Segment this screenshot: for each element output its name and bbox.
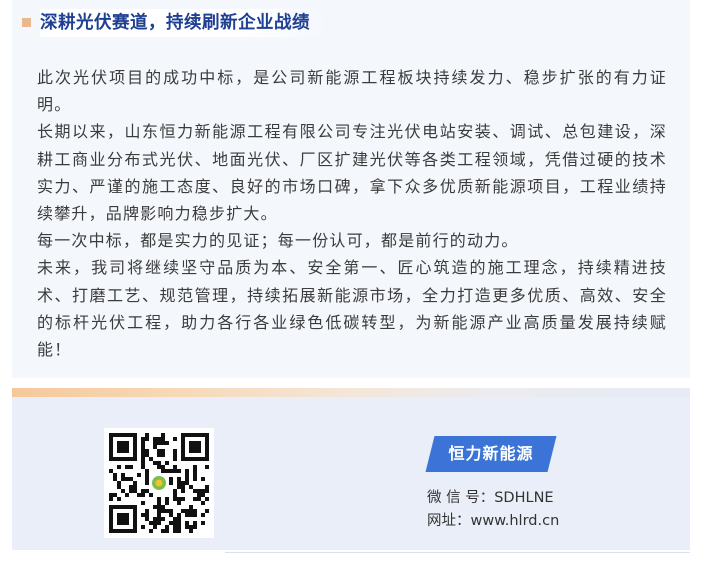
paragraph-3: 每一次中标，都是实力的见证；每一份认可，都是前行的动力。 xyxy=(37,231,519,251)
paragraph-1: 此次光伏项目的成功中标，是公司新能源工程板块持续发力、稳步扩张的有力证明。 xyxy=(37,68,667,115)
section-divider xyxy=(12,388,690,397)
section-title: 深耕光伏赛道，持续刷新企业战绩 xyxy=(40,9,328,37)
qr-code-icon xyxy=(104,428,214,538)
paragraph-4: 未来，我司将继续坚守品质为本、安全第一、匠心筑造的施工理念，持续精进技术、打磨工… xyxy=(37,258,667,360)
website: 网址：www.hlrd.cn xyxy=(427,513,560,529)
paragraph-2: 长期以来，山东恒力新能源工程有限公司专注光伏电站安装、调试、总包建设，深耕工商业… xyxy=(37,122,667,224)
title-marker-icon xyxy=(22,18,31,27)
footer-rule xyxy=(225,552,690,553)
article-body: 此次光伏项目的成功中标，是公司新能源工程板块持续发力、稳步扩张的有力证明。 长期… xyxy=(37,64,667,363)
brand-tag: 恒力新能源 xyxy=(448,444,534,463)
wechat-id: 微 信 号：SDHLNE xyxy=(427,490,554,506)
